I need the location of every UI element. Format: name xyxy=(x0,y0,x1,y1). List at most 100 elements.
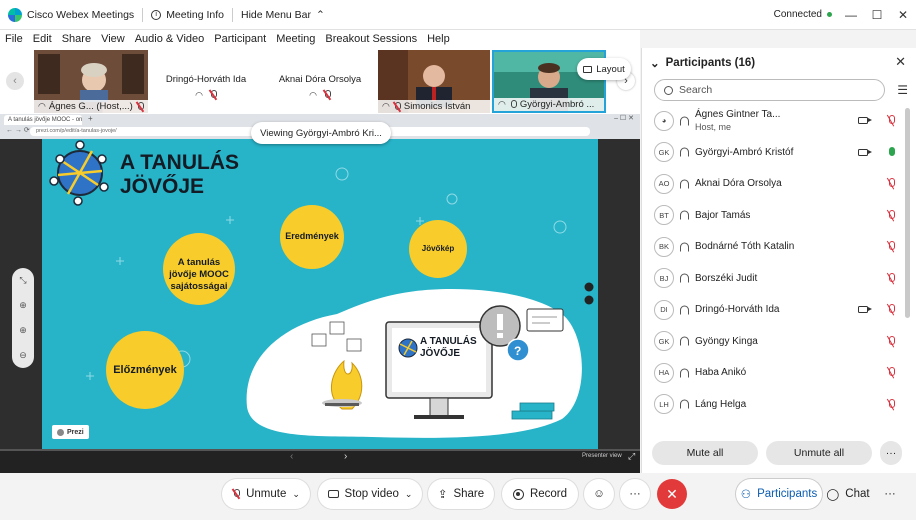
video-thumbnail[interactable]: Dringó-Horváth Ida ◠ xyxy=(150,50,262,113)
close-panel-button[interactable]: ✕ xyxy=(895,54,906,70)
mic-muted-icon[interactable] xyxy=(888,304,895,315)
browser-nav-icon: ← → ⟳ xyxy=(6,127,30,134)
bubble-mooc[interactable]: A tanulás jövője MOOC sajátosságai xyxy=(166,257,232,293)
bubble-vision[interactable]: Jövőkép xyxy=(409,244,467,253)
stop-video-button[interactable]: Stop video ⌄ xyxy=(318,479,422,509)
more-options-button[interactable]: ··· xyxy=(880,441,902,465)
participant-name: Aknai Dóra Orsolya xyxy=(695,178,782,190)
menu-file[interactable]: File xyxy=(0,33,28,45)
title-bar: Cisco Webex Meetings i Meeting Info Hide… xyxy=(0,0,916,30)
leave-meeting-button[interactable]: ✕ xyxy=(657,479,687,509)
chevron-down-icon: ⌄ xyxy=(650,58,660,70)
hide-menu-bar-button[interactable]: Hide Menu Bar ⌃ xyxy=(233,0,333,30)
mic-muted-icon[interactable] xyxy=(888,335,895,347)
reactions-button[interactable]: ☺ xyxy=(584,479,614,509)
participant-row[interactable]: AO Aknai Dóra Orsolya xyxy=(642,168,910,200)
viewing-share-indicator[interactable]: Viewing Györgyi-Ambró Kri... xyxy=(251,122,391,144)
zoom-in-icon[interactable]: ⊕ xyxy=(19,325,27,336)
maximize-button[interactable]: ☐ xyxy=(864,0,890,30)
mic-muted-icon[interactable] xyxy=(888,209,895,221)
participant-row[interactable]: GK Györgyi-Ambró Kristóf xyxy=(642,137,910,169)
video-thumbnail[interactable]: ◠ Simonics István xyxy=(378,50,490,113)
camera-icon[interactable] xyxy=(858,148,872,156)
menu-breakout-sessions[interactable]: Breakout Sessions xyxy=(320,33,422,45)
more-controls-button[interactable]: ··· xyxy=(620,479,650,509)
thumbnail-name-bar: ◠ Ágnes G... (Host,...) xyxy=(34,100,148,113)
record-label: Record xyxy=(529,488,568,500)
participant-row[interactable]: BK Bodnárné Tóth Katalin xyxy=(642,231,910,263)
bubble-results[interactable]: Eredmények xyxy=(280,231,344,241)
camera-icon[interactable] xyxy=(858,306,872,314)
menu-edit[interactable]: Edit xyxy=(28,33,57,45)
info-icon: i xyxy=(151,9,162,20)
avatar: AO xyxy=(654,173,674,194)
record-icon xyxy=(512,488,524,500)
share-label: Share xyxy=(453,488,485,500)
menu-participant[interactable]: Participant xyxy=(209,33,271,45)
meeting-info-button[interactable]: i Meeting Info xyxy=(143,0,232,30)
fullscreen-icon[interactable]: ⤢ xyxy=(628,451,635,462)
participants-search-input[interactable]: Search xyxy=(654,79,885,101)
unmute-button[interactable]: Unmute ⌄ xyxy=(222,479,310,509)
connection-status: Connected xyxy=(774,9,838,20)
close-window-button[interactable]: ✕ xyxy=(890,0,916,30)
headset-icon: ◠ xyxy=(195,90,203,100)
record-button[interactable]: Record xyxy=(502,479,578,509)
camera-icon[interactable] xyxy=(858,117,872,125)
participant-row[interactable]: DI Dringó-Horváth Ida xyxy=(642,294,910,326)
video-thumbnail-strip: ‹ ◠ Ágnes G... (Host,...) Dringó-Horváth… xyxy=(0,48,640,114)
mic-muted-icon[interactable] xyxy=(888,241,895,252)
participant-row[interactable]: BT Bajor Tamás xyxy=(642,200,910,232)
browser-tab: A tanulás jövője MOOC - online... xyxy=(4,115,82,125)
mute-all-button[interactable]: Mute all xyxy=(652,441,758,465)
mic-muted-icon[interactable] xyxy=(888,398,895,410)
participant-name: Ágnes Gintner Ta... Host, me xyxy=(695,109,780,132)
participant-row[interactable]: ◕ Ágnes Gintner Ta... Host, me xyxy=(642,105,910,137)
participant-row[interactable]: HA Haba Anikó xyxy=(642,357,910,389)
participant-name: Bajor Tamás xyxy=(695,209,751,221)
prev-step-icon[interactable]: ‹ xyxy=(290,451,293,462)
video-thumbnail[interactable]: ◠ Ágnes G... (Host,...) xyxy=(34,50,148,113)
participant-role: Host, me xyxy=(695,122,732,133)
menu-audio-video[interactable]: Audio & Video xyxy=(130,33,210,45)
mic-active-icon[interactable] xyxy=(888,146,895,158)
headset-icon xyxy=(680,273,689,283)
home-zoom-icon[interactable]: ⤡ xyxy=(19,275,26,286)
layout-button[interactable]: Layout xyxy=(577,58,631,80)
participant-row[interactable]: LH Láng Helga xyxy=(642,389,910,421)
share-button[interactable]: ⇪ Share xyxy=(428,479,494,509)
participants-header[interactable]: ⌄ Participants (16) xyxy=(650,56,755,70)
participants-list: ◕ Ágnes Gintner Ta... Host, me GK Györgyi… xyxy=(642,105,910,435)
participants-scrollbar[interactable] xyxy=(905,108,910,318)
mic-muted-icon[interactable] xyxy=(888,178,895,189)
layout-label: Layout xyxy=(596,63,625,75)
menu-help[interactable]: Help xyxy=(422,33,455,45)
browser-window-controls-icon: – ☐ ✕ xyxy=(614,115,634,122)
headset-icon xyxy=(680,368,689,378)
panel-more-button[interactable]: ··· xyxy=(876,479,904,509)
mic-muted-icon[interactable] xyxy=(888,367,895,378)
thumbnail-name: Dringó-Horváth Ida xyxy=(165,74,247,85)
menu-meeting[interactable]: Meeting xyxy=(271,33,320,45)
next-step-icon[interactable]: › xyxy=(344,451,347,462)
zoom-out-icon[interactable]: ⊖ xyxy=(19,350,27,361)
fit-icon[interactable]: ⊕ xyxy=(19,300,27,311)
mic-muted-icon[interactable] xyxy=(888,272,895,284)
participants-button[interactable]: ⚇ Participants xyxy=(736,479,822,509)
thumbnails-prev-button[interactable]: ‹ xyxy=(6,72,24,90)
minimize-button[interactable]: — xyxy=(838,0,864,30)
participant-row[interactable]: GK Gyöngy Kinga xyxy=(642,326,910,358)
sort-list-icon[interactable]: ☰ xyxy=(897,83,908,97)
participants-label: Participants xyxy=(757,488,818,500)
unmute-all-button[interactable]: Unmute all xyxy=(766,441,872,465)
bubble-history[interactable]: Előzmények xyxy=(106,364,184,376)
mic-muted-icon[interactable] xyxy=(888,115,895,126)
chat-button[interactable]: ◯ Chat xyxy=(824,479,872,509)
video-thumbnail[interactable]: Aknai Dóra Orsolya ◠ xyxy=(264,50,376,113)
prezi-badge[interactable]: Prezi xyxy=(52,425,89,439)
webex-logo-icon xyxy=(8,7,22,22)
participant-row[interactable]: BJ Borszéki Judit xyxy=(642,263,910,295)
presenter-view-label[interactable]: Presenter view xyxy=(582,453,622,459)
menu-view[interactable]: View xyxy=(96,33,130,45)
menu-share[interactable]: Share xyxy=(57,33,96,45)
